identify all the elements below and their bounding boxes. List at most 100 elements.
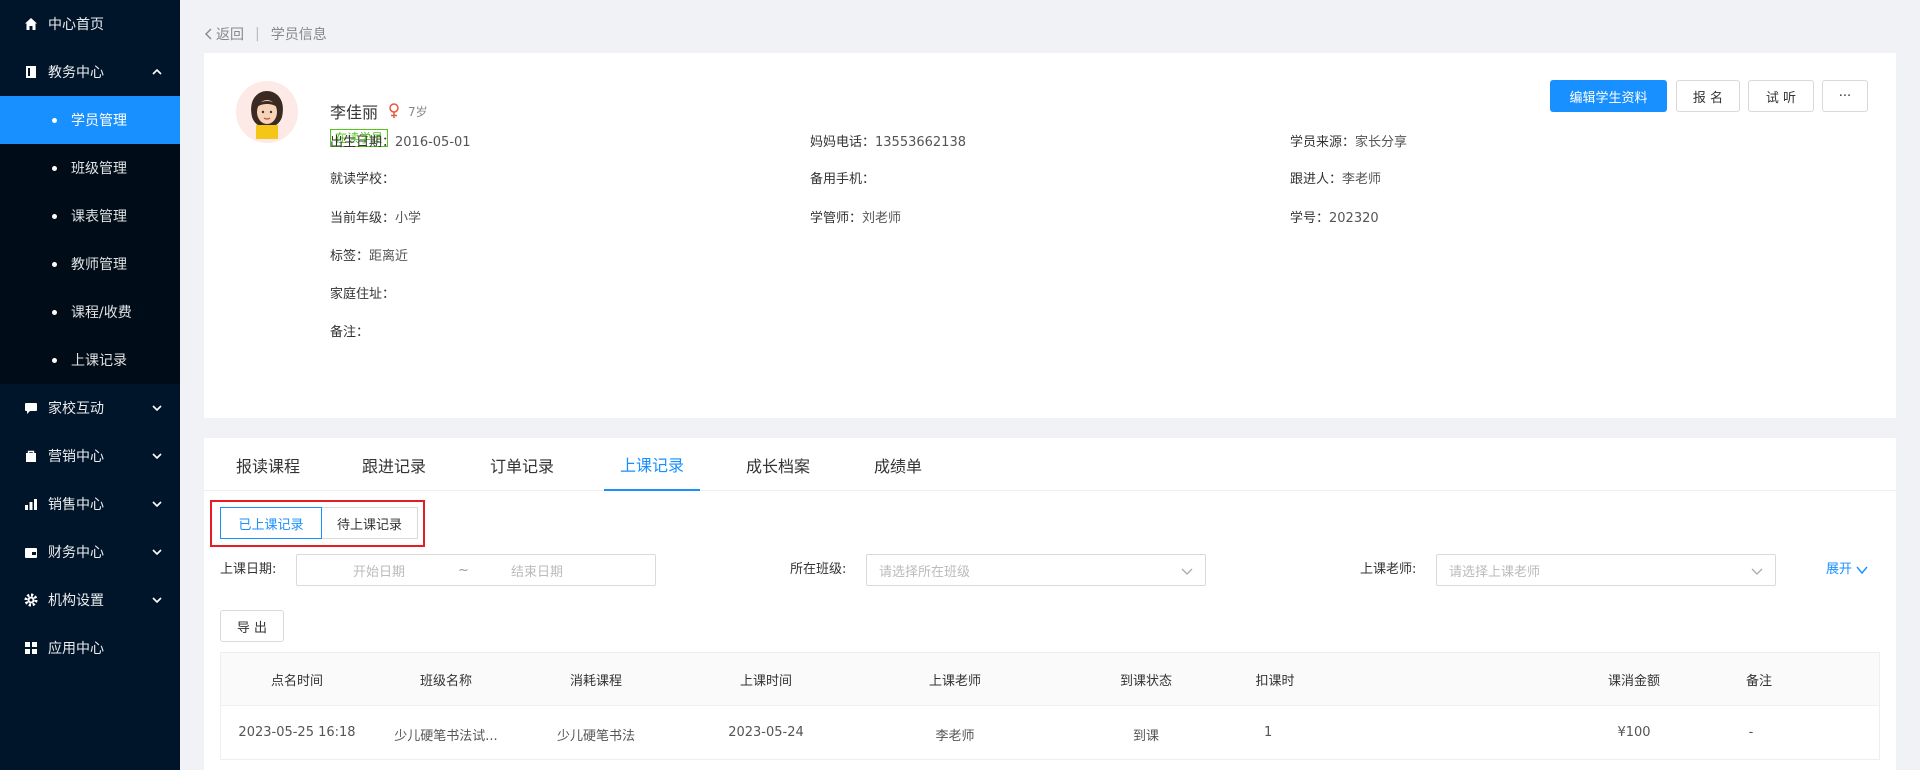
sub-item-teachers[interactable]: 教师管理: [0, 240, 180, 288]
segment-pending[interactable]: 待上课记录: [322, 507, 418, 539]
name-row: 李佳丽 7岁: [330, 99, 428, 123]
table-cell: 2023-05-24: [728, 725, 804, 740]
sub-item-students[interactable]: 学员管理: [0, 96, 180, 144]
sub-item-courses[interactable]: 课程/收费: [0, 288, 180, 336]
grid-icon: [24, 641, 38, 655]
field-label: 学管师：: [810, 211, 863, 226]
gear-icon: [24, 593, 38, 607]
nav-item-finance[interactable]: 财务中心: [0, 528, 180, 576]
field-value: 2016-05-01: [395, 135, 471, 150]
table-cell: 1: [1264, 725, 1273, 740]
nav-item-settings[interactable]: 机构设置: [0, 576, 180, 624]
field-value: 家长分享: [1355, 135, 1408, 150]
start-date-input[interactable]: 开始日期: [353, 561, 405, 580]
sub-item-schedule[interactable]: 课表管理: [0, 192, 180, 240]
chevron-down-icon: [152, 595, 162, 605]
nav-item-home[interactable]: 中心首页: [0, 0, 180, 48]
column-header: 上课时间: [739, 674, 793, 689]
table-cell: ¥100: [1617, 725, 1651, 740]
nav-item-teaching[interactable]: 教务中心: [0, 48, 180, 96]
range-separator: ~: [458, 562, 469, 578]
bullet-icon: [52, 117, 57, 123]
field-value: 李老师: [1342, 172, 1382, 187]
nav-label: 中心首页: [48, 17, 104, 33]
expand-filters-link[interactable]: 展开: [1826, 554, 1868, 586]
edit-profile-button[interactable]: 编辑学生资料: [1550, 80, 1667, 112]
bullet-icon: [52, 309, 57, 315]
nav-label: 机构设置: [48, 593, 104, 609]
chevron-up-icon: [152, 67, 162, 77]
chevron-down-icon: [152, 547, 162, 557]
field-value: 13553662138: [875, 135, 966, 150]
nav-item-sales[interactable]: 销售中心: [0, 480, 180, 528]
table-cell: 到课: [1132, 729, 1160, 744]
teacher-filter-label: 上课老师:: [1360, 562, 1417, 577]
nav-label: 家校互动: [48, 401, 104, 417]
date-range-picker[interactable]: 开始日期 ~ 结束日期: [296, 554, 656, 586]
column-header: 班级名称: [419, 674, 473, 689]
field-label: 家庭住址：: [330, 287, 396, 302]
nav-item-apps[interactable]: 应用中心: [0, 624, 180, 672]
breadcrumb-current: 学员信息: [270, 27, 327, 43]
field-label: 就读学校：: [330, 172, 396, 187]
tab-orders[interactable]: 订单记录: [474, 438, 570, 491]
field-note: 备注：: [330, 321, 369, 340]
tab-follow-up[interactable]: 跟进记录: [346, 438, 442, 491]
column-header: 上课老师: [928, 674, 982, 689]
table-cell: 李老师: [935, 729, 975, 744]
tab-enrolled-courses[interactable]: 报读课程: [220, 438, 316, 491]
tab-growth-archive[interactable]: 成长档案: [730, 438, 826, 491]
tab-report-card[interactable]: 成绩单: [858, 438, 938, 491]
chevron-down-icon: [1751, 566, 1763, 576]
tab-bar: 报读课程 跟进记录 订单记录 上课记录 成长档案 成绩单: [204, 438, 1896, 491]
chart-icon: [24, 497, 38, 511]
sub-item-label: 教师管理: [71, 257, 127, 273]
table-row[interactable]: 2023-05-25 16:18 少儿硬笔书法试... 少儿硬笔书法 2023-…: [221, 705, 1879, 761]
field-value: 刘老师: [862, 211, 902, 226]
more-button[interactable]: ···: [1822, 80, 1868, 112]
chevron-down-icon: [152, 403, 162, 413]
field-source: 学员来源：家长分享: [1290, 131, 1407, 150]
book-icon: [24, 65, 38, 79]
bullet-icon: [52, 261, 57, 267]
column-header: 课消金额: [1607, 674, 1661, 689]
column-header: 备注: [1745, 674, 1773, 689]
teacher-select-placeholder: 请选择上课老师: [1449, 564, 1541, 580]
nav-label: 销售中心: [48, 497, 104, 513]
tab-class-records[interactable]: 上课记录: [604, 438, 700, 491]
sub-item-label: 班级管理: [71, 161, 127, 177]
nav-label: 应用中心: [48, 641, 104, 657]
trial-button[interactable]: 试 听: [1748, 80, 1814, 112]
sub-item-label: 学员管理: [71, 113, 127, 129]
segment-completed[interactable]: 已上课记录: [220, 507, 322, 539]
student-profile-card: 李佳丽 7岁 在读学员 出生日期：2016-05-01 就读学校： 当前年级：小…: [204, 53, 1896, 418]
class-records-table: 点名时间 班级名称 消耗课程 上课时间 上课老师 到课状态 扣课时 课消金额 备…: [220, 652, 1880, 760]
field-label: 备用手机：: [810, 172, 876, 187]
field-follower: 跟进人：李老师: [1290, 168, 1381, 187]
chevron-down-icon: [152, 499, 162, 509]
sub-item-records[interactable]: 上课记录: [0, 336, 180, 384]
sub-item-label: 课表管理: [71, 209, 127, 225]
sub-item-classes[interactable]: 班级管理: [0, 144, 180, 192]
chevron-down-icon: [152, 451, 162, 461]
table-header: 点名时间 班级名称 消耗课程 上课时间 上课老师 到课状态 扣课时 课消金额 备…: [221, 653, 1879, 705]
field-school: 就读学校：: [330, 168, 395, 187]
field-mother-phone: 妈妈电话：13553662138: [810, 131, 966, 150]
chevron-down-icon: [1856, 565, 1868, 575]
enroll-button[interactable]: 报 名: [1676, 80, 1740, 112]
teacher-select[interactable]: 请选择上课老师: [1436, 554, 1776, 586]
bullet-icon: [52, 357, 57, 363]
records-card: 报读课程 跟进记录 订单记录 上课记录 成长档案 成绩单 已上课记录 待上课记录…: [204, 438, 1896, 770]
avatar: [236, 81, 298, 143]
field-backup-phone: 备用手机：: [810, 168, 875, 187]
class-select[interactable]: 请选择所在班级: [866, 554, 1206, 586]
nav-item-marketing[interactable]: 营销中心: [0, 432, 180, 480]
end-date-input[interactable]: 结束日期: [511, 561, 563, 580]
field-value: 距离近: [369, 249, 409, 264]
back-link[interactable]: 返回: [204, 24, 244, 44]
submenu: 学员管理 班级管理 课表管理 教师管理 课程/收费 上课记录: [0, 96, 180, 384]
export-button[interactable]: 导 出: [220, 610, 284, 642]
nav-item-home-school[interactable]: 家校互动: [0, 384, 180, 432]
field-address: 家庭住址：: [330, 283, 395, 302]
chevron-down-icon: [1181, 566, 1193, 576]
